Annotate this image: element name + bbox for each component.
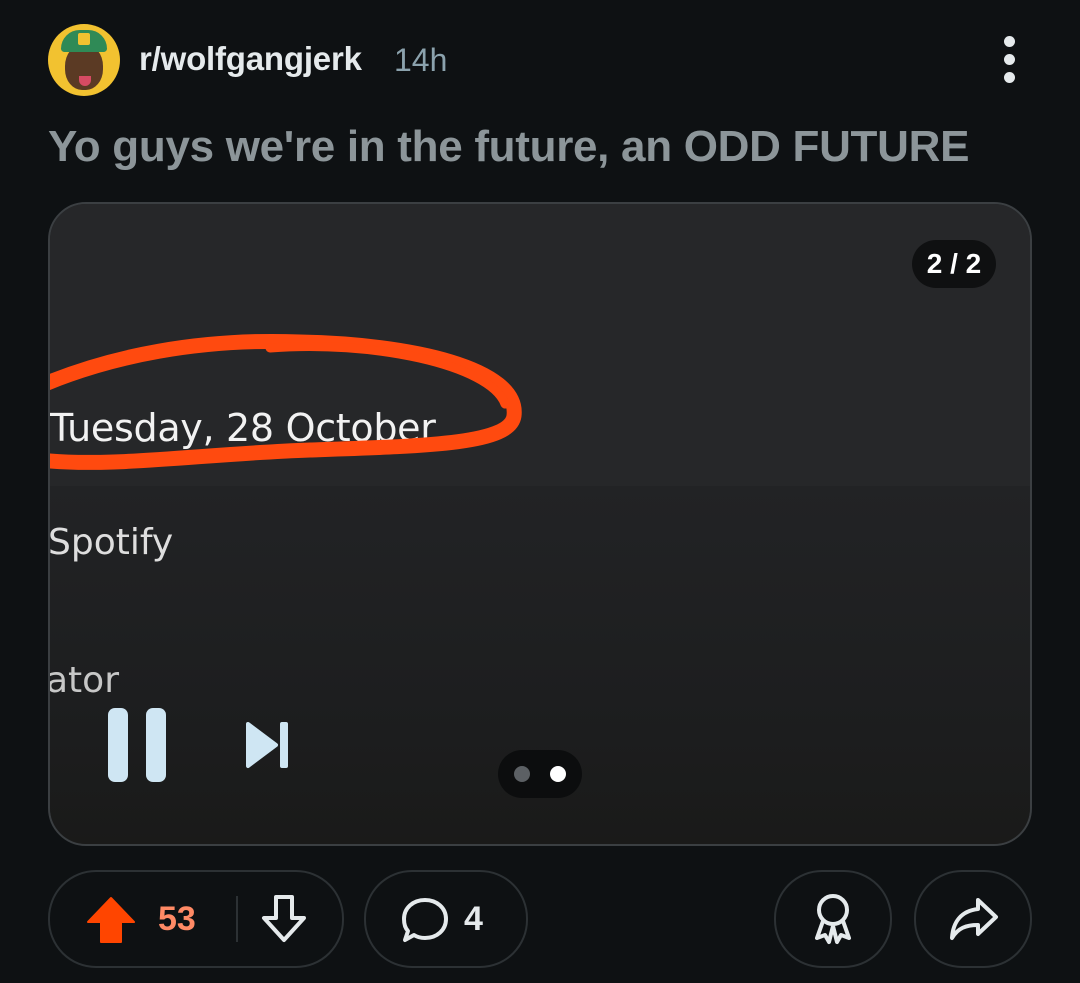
comment-count: 4 <box>464 900 483 938</box>
screenshot-partial-text: ator <box>48 660 120 701</box>
award-icon <box>815 894 851 944</box>
vote-control: 53 <box>48 870 344 968</box>
post-action-bar: 53 4 <box>48 870 1032 968</box>
post-header: r/wolfgangjerk 14h <box>48 24 1032 96</box>
screenshot-app-name: Spotify <box>48 522 174 563</box>
more-options-icon[interactable] <box>998 34 1022 86</box>
award-button[interactable] <box>774 870 892 968</box>
post-title[interactable]: Yo guys we're in the future, an ODD FUTU… <box>48 122 969 172</box>
post-age: 14h <box>394 42 448 78</box>
red-annotation-circle <box>50 333 522 470</box>
vote-count: 53 <box>158 900 196 938</box>
comments-button[interactable]: 4 <box>364 870 528 968</box>
subreddit-avatar[interactable] <box>48 24 120 96</box>
skip-next-icon <box>246 722 288 768</box>
pause-icon <box>108 708 168 782</box>
vote-divider <box>236 896 238 942</box>
carousel-dot-1[interactable] <box>514 766 530 782</box>
carousel-indicator <box>498 750 582 798</box>
comment-icon <box>402 898 448 942</box>
subreddit-name[interactable]: r/wolfgangjerk <box>139 40 362 78</box>
post-image-carousel[interactable]: 2 / 2 Tuesday, 28 October Spotify ator <box>48 202 1032 846</box>
share-icon <box>950 898 998 940</box>
share-button[interactable] <box>914 870 1032 968</box>
carousel-dot-2[interactable] <box>550 766 566 782</box>
upvote-icon[interactable] <box>86 896 136 944</box>
image-counter: 2 / 2 <box>912 240 996 288</box>
downvote-icon[interactable] <box>260 894 308 944</box>
